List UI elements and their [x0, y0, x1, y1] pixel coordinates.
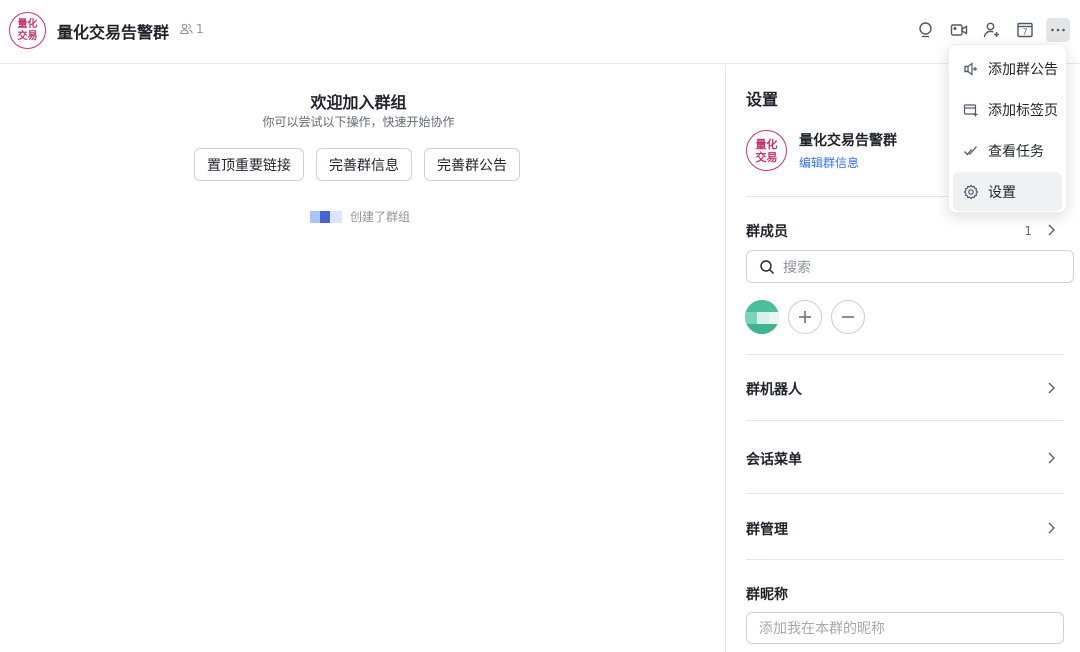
header-toolbar: 7 [914, 18, 1070, 42]
menu-item-add-announcement[interactable]: 添加群公告 [953, 49, 1062, 88]
calendar-icon: 7 [1017, 22, 1033, 38]
search-icon [919, 22, 932, 38]
add-member-circle-button[interactable] [788, 300, 822, 334]
chevron-right-icon[interactable] [1044, 451, 1058, 465]
menu-item-label: 添加群公告 [988, 61, 1058, 78]
chat-header: 量化 交易 量化交易告警群 1 7 [0, 0, 1080, 64]
group-avatar[interactable]: 量化 交易 [9, 12, 46, 49]
calendar-button[interactable]: 7 [1013, 18, 1037, 42]
search-icon [760, 259, 774, 274]
plus-icon [799, 311, 811, 323]
chevron-right-icon[interactable] [1044, 223, 1058, 237]
menu-item-add-tab[interactable]: 添加标签页 [953, 90, 1062, 129]
member-list [745, 300, 865, 334]
welcome-title: 欢迎加入群组 [310, 93, 407, 112]
creator-avatar[interactable] [310, 210, 342, 223]
menu-item-view-tasks[interactable]: 查看任务 [953, 131, 1062, 170]
more-button[interactable] [1046, 18, 1070, 42]
nickname-section-label: 群昵称 [746, 587, 788, 603]
task-check-icon [964, 145, 977, 155]
created-text: 创建了群组 [350, 210, 411, 224]
menu-item-label: 查看任务 [988, 143, 1044, 160]
divider [746, 354, 1064, 355]
remove-member-circle-button[interactable] [831, 300, 865, 334]
chat-title[interactable]: 量化交易告警群 [57, 19, 169, 43]
quick-actions: 置顶重要链接 完善群信息 完善群公告 [194, 148, 520, 181]
divider [746, 559, 1064, 560]
video-icon [950, 24, 968, 36]
members-icon [180, 23, 193, 35]
bots-section-label[interactable]: 群机器人 [746, 379, 802, 399]
logo-line-1: 量化 [755, 137, 778, 151]
member-count-badge[interactable]: 1 [180, 22, 204, 36]
video-call-button[interactable] [947, 18, 971, 42]
more-dropdown-menu: 添加群公告 添加标签页 查看任务 设置 [948, 44, 1067, 213]
edit-group-info-link[interactable]: 编辑群信息 [799, 154, 897, 171]
chevron-right-icon[interactable] [1044, 521, 1058, 535]
logo-line-2: 交易 [755, 150, 778, 164]
calendar-day: 7 [1023, 28, 1028, 37]
menu-item-label: 设置 [988, 184, 1016, 201]
add-tab-icon [963, 103, 978, 116]
more-icon [1051, 28, 1065, 32]
logo-line-1: 量化 [17, 18, 38, 30]
settings-title: 设置 [746, 90, 779, 109]
member-avatar[interactable] [745, 300, 779, 334]
group-manage-section-label[interactable]: 群管理 [746, 519, 788, 539]
chat-panel: 欢迎加入群组 你可以尝试以下操作，快速开始协作 置顶重要链接 完善群信息 完善群… [0, 65, 725, 652]
minus-icon [842, 316, 854, 318]
group-info-card: 量化 交易 量化交易告警群 编辑群信息 [746, 130, 897, 171]
divider [746, 493, 1064, 494]
member-count-value: 1 [196, 22, 204, 36]
member-search-input[interactable]: 搜索 [746, 250, 1074, 283]
add-member-icon [983, 22, 999, 38]
nickname-input[interactable]: 添加我在本群的昵称 [746, 612, 1064, 644]
search-placeholder: 搜索 [783, 259, 811, 276]
menu-item-label: 添加标签页 [988, 102, 1058, 119]
add-member-button[interactable] [980, 18, 1004, 42]
logo-line-2: 交易 [17, 30, 38, 42]
members-section-label[interactable]: 群成员 [746, 221, 788, 241]
announcement-icon [964, 61, 977, 76]
members-count[interactable]: 1 [1024, 224, 1032, 238]
chevron-right-icon[interactable] [1044, 381, 1058, 395]
pin-links-button[interactable]: 置顶重要链接 [194, 148, 304, 181]
complete-announcement-button[interactable]: 完善群公告 [424, 148, 520, 181]
group-name: 量化交易告警群 [799, 133, 897, 149]
chat-menu-section-label[interactable]: 会话菜单 [746, 449, 802, 469]
welcome-subtitle: 你可以尝试以下操作，快速开始协作 [262, 115, 455, 129]
system-message: 创建了群组 [310, 208, 410, 225]
group-avatar-large[interactable]: 量化 交易 [746, 130, 787, 171]
divider [746, 420, 1064, 421]
gear-icon [963, 184, 979, 199]
search-chat-button[interactable] [914, 18, 938, 42]
complete-group-info-button[interactable]: 完善群信息 [316, 148, 412, 181]
menu-item-settings[interactable]: 设置 [953, 172, 1062, 211]
